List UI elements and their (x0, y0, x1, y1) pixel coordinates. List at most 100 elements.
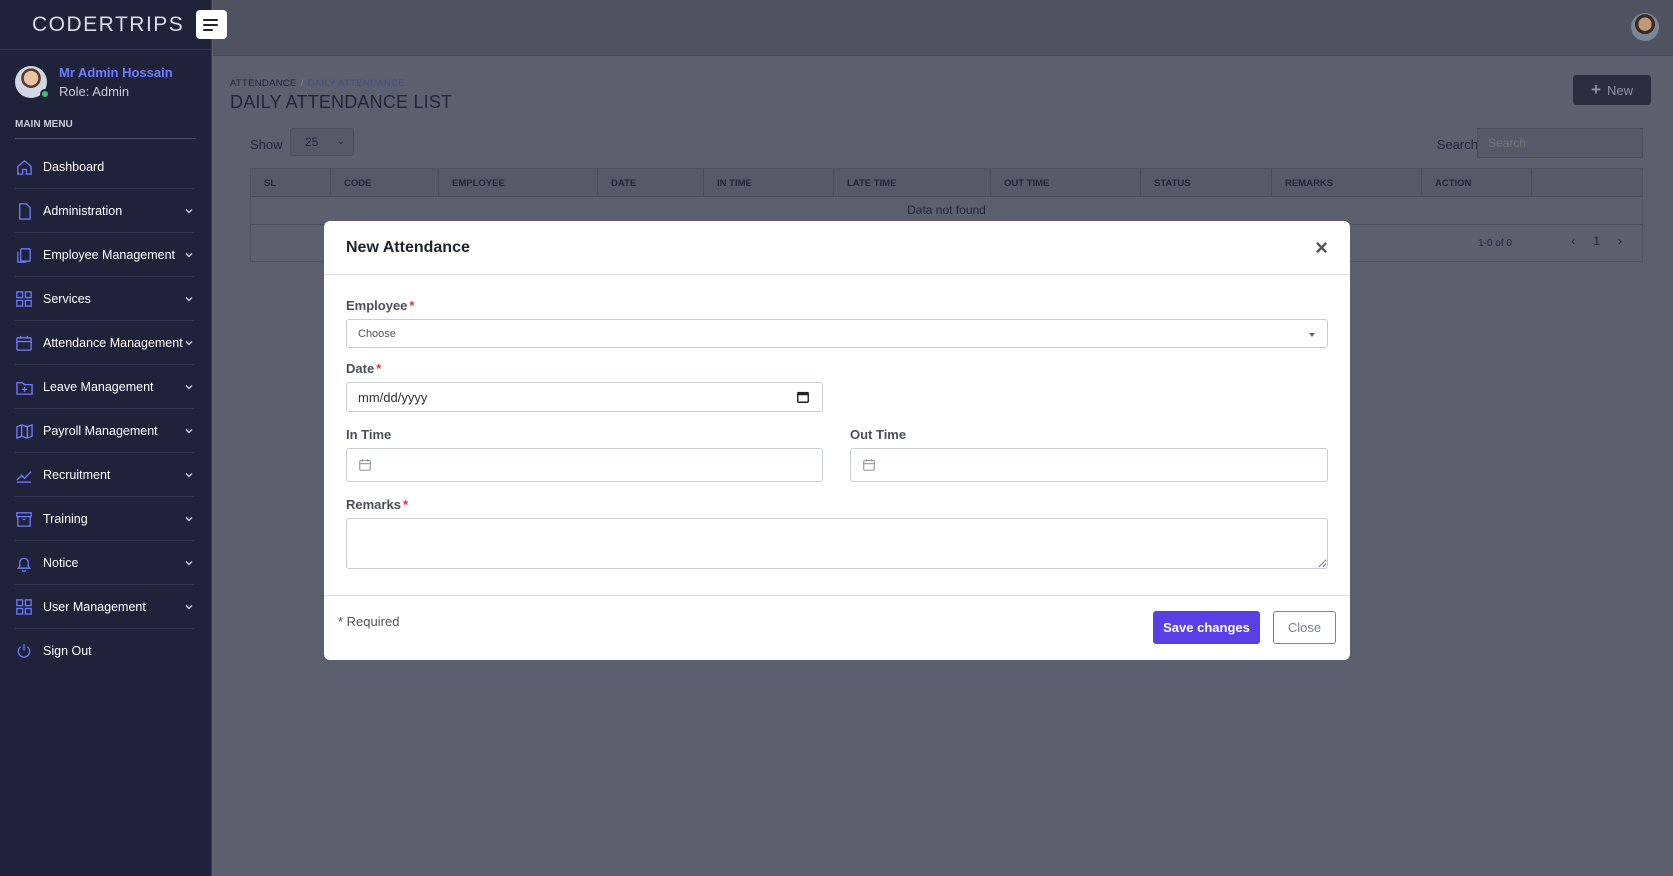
column-header[interactable]: SL (251, 169, 331, 196)
sidebar-item-payroll-management[interactable]: Payroll Management (15, 409, 194, 453)
date-input-placeholder: mm/dd/yyyy (358, 389, 428, 405)
sidebar-item-label: Leave Management (43, 379, 154, 394)
chevron-down-icon (185, 516, 193, 521)
save-changes-button[interactable]: Save changes (1153, 611, 1260, 644)
sidebar-item-dashboard[interactable]: Dashboard (15, 145, 194, 189)
column-header[interactable]: DATE (598, 169, 704, 196)
sidebar-item-services[interactable]: Services (15, 277, 194, 321)
column-header[interactable]: ACTION (1422, 169, 1532, 196)
column-header[interactable]: LATE TIME (834, 169, 991, 196)
modal-footer: * Required Save changes Close (324, 595, 1350, 660)
menu-toggle-button[interactable] (196, 10, 227, 39)
in-time-field-label: In Time (346, 426, 391, 444)
page-number[interactable]: 1 (1593, 234, 1600, 248)
next-page-icon[interactable]: › (1618, 234, 1622, 248)
modal-title: New Attendance (346, 238, 470, 256)
user-profile: Mr Admin Hossain Role: Admin (0, 50, 211, 111)
sidebar: CODERTRIPS Mr Admin Hossain Role: Admin … (0, 0, 212, 876)
chevron-down-icon (185, 560, 193, 565)
close-icon[interactable]: × (1315, 236, 1328, 259)
brand-logo-text[interactable]: CODERTRIPS (32, 13, 184, 37)
avatar[interactable] (15, 66, 50, 99)
modal-header: New Attendance × (324, 221, 1350, 275)
calendar-icon (15, 334, 33, 352)
top-avatar[interactable] (1631, 13, 1659, 41)
sidebar-item-administration[interactable]: Administration (15, 189, 194, 233)
page-size-value: 25 (305, 135, 319, 149)
sidebar-item-label: Payroll Management (43, 423, 158, 438)
grid-icon (15, 290, 33, 308)
column-header[interactable]: EMPLOYEE (439, 169, 598, 196)
date-input[interactable]: mm/dd/yyyy (346, 382, 823, 412)
sidebar-item-label: Services (43, 291, 91, 306)
new-button[interactable]: + New (1573, 75, 1651, 105)
sidebar-item-leave-management[interactable]: Leave Management (15, 365, 194, 409)
sidebar-item-label: Employee Management (43, 247, 176, 262)
employee-label: Employee (346, 298, 408, 313)
caret-down-icon (1309, 333, 1315, 337)
column-header[interactable]: STATUS (1141, 169, 1272, 196)
power-icon (15, 642, 33, 660)
date-field-label: Date * (346, 360, 381, 378)
sidebar-item-sign-out[interactable]: Sign Out (15, 629, 194, 673)
chevron-down-icon (185, 252, 193, 257)
calendar-icon (359, 459, 371, 471)
out-time-label: Out Time (850, 427, 907, 442)
remarks-textarea[interactable] (346, 518, 1328, 569)
column-header[interactable]: REMARKS (1272, 169, 1422, 196)
in-time-input[interactable] (346, 448, 823, 482)
column-header[interactable]: OUT TIME (991, 169, 1141, 196)
breadcrumb-current: DAILY ATTENDANCE (307, 78, 405, 89)
search-input[interactable] (1477, 128, 1643, 158)
calendar-icon (863, 459, 875, 471)
out-time-field-label: Out Time (850, 426, 906, 444)
in-time-label: In Time (346, 427, 392, 442)
breadcrumb-separator: / (300, 78, 304, 89)
sidebar-item-label: Attendance Management (43, 335, 183, 350)
page-size-select[interactable]: 25 ⌄ (290, 128, 354, 156)
chevron-down-icon: ⌄ (336, 136, 345, 147)
employee-select[interactable]: Choose (346, 319, 1328, 348)
sidebar-item-employee-management[interactable]: Employee Management (15, 233, 194, 277)
hamburger-line (203, 18, 218, 21)
plus-icon: + (1591, 80, 1601, 99)
sidebar-item-label: Sign Out (43, 644, 92, 658)
bell-icon (15, 554, 33, 572)
sidebar-item-recruitment[interactable]: Recruitment (15, 453, 194, 497)
page-title: DAILY ATTENDANCE LIST (230, 92, 453, 112)
pagination-info: 1-0 of 0 (1478, 238, 1512, 249)
topbar (213, 0, 1673, 56)
sidebar-item-label: Recruitment (43, 467, 111, 482)
archive-icon (15, 510, 33, 528)
employee-select-value: Choose (358, 327, 396, 340)
remarks-field-label: Remarks * (346, 496, 408, 514)
required-mark: * (376, 361, 382, 376)
sidebar-item-attendance-management[interactable]: Attendance Management (15, 321, 194, 365)
user-name[interactable]: Mr Admin Hossain (59, 65, 173, 80)
required-mark: * (409, 298, 415, 313)
prev-page-icon[interactable]: ‹ (1571, 234, 1575, 248)
sidebar-item-label: Training (43, 511, 88, 526)
brand: CODERTRIPS (0, 0, 211, 50)
main-menu: Dashboard Administration Employee Manageme… (0, 145, 211, 673)
chevron-down-icon (185, 428, 193, 433)
calendar-picker-icon[interactable] (796, 390, 810, 404)
table-header: SL CODE EMPLOYEE DATE IN TIME LATE TIME OUT TI… (251, 169, 1642, 197)
remarks-label: Remarks (346, 497, 401, 512)
sidebar-item-notice[interactable]: Notice (15, 541, 194, 585)
sidebar-item-label: Notice (43, 555, 79, 570)
breadcrumb-parent[interactable]: ATTENDANCE (230, 78, 297, 89)
grid-icon (15, 598, 33, 616)
out-time-input[interactable] (850, 448, 1328, 482)
column-header[interactable]: IN TIME (704, 169, 834, 196)
sidebar-item-training[interactable]: Training (15, 497, 194, 541)
sidebar-item-label: Dashboard (43, 159, 105, 174)
chevron-down-icon (185, 472, 193, 477)
required-note: * Required (338, 614, 400, 629)
chevron-down-icon (185, 340, 193, 345)
column-header[interactable]: CODE (331, 169, 439, 196)
hamburger-line (203, 23, 218, 26)
required-mark: * (402, 497, 408, 512)
sidebar-item-user-management[interactable]: User Management (15, 585, 194, 629)
close-button[interactable]: Close (1273, 611, 1336, 644)
